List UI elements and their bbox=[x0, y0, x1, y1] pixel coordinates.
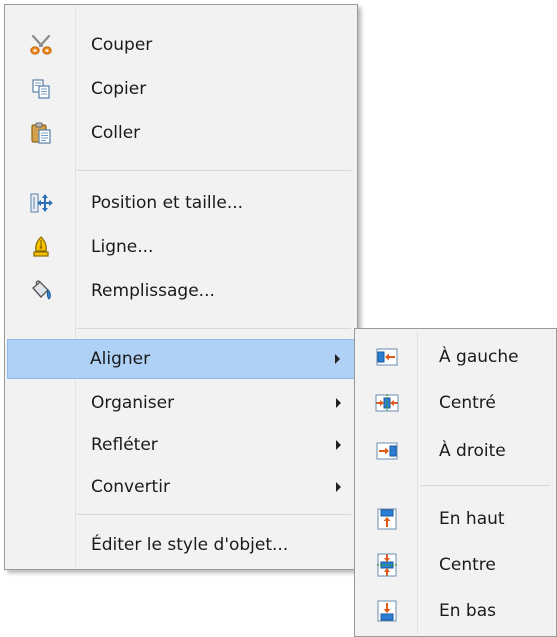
menu-item-label: Ligne... bbox=[91, 237, 154, 257]
menu-item-paste[interactable]: Coller bbox=[7, 113, 355, 153]
submenu-item-label: En haut bbox=[439, 509, 505, 529]
paste-icon bbox=[29, 121, 53, 145]
menu-item-label: Aligner bbox=[90, 349, 151, 369]
submenu-item-align-top[interactable]: En haut bbox=[357, 499, 554, 539]
menu-item-label: Organiser bbox=[91, 393, 175, 413]
submenu-arrow-icon bbox=[336, 482, 341, 492]
align-bottom-icon bbox=[375, 599, 399, 623]
line-pen-icon bbox=[29, 235, 53, 259]
menu-item-line[interactable]: Ligne... bbox=[7, 227, 355, 267]
menu-item-fill[interactable]: Remplissage... bbox=[7, 271, 355, 311]
submenu-item-label: Centré bbox=[439, 393, 496, 413]
menu-item-arrange[interactable]: Organiser bbox=[7, 383, 355, 423]
scissors-icon bbox=[29, 33, 53, 57]
align-center-vertical-icon bbox=[375, 553, 399, 577]
fill-bucket-icon bbox=[29, 279, 53, 303]
menu-item-label: Convertir bbox=[91, 477, 170, 497]
menu-item-label: Remplissage... bbox=[91, 281, 215, 301]
context-menu: Couper Copier Coller Position et taille.… bbox=[4, 4, 358, 570]
submenu-arrow-icon bbox=[336, 398, 341, 408]
align-submenu: À gauche Centré À droite En haut Centre … bbox=[354, 328, 557, 637]
align-left-icon bbox=[375, 345, 399, 369]
align-right-icon bbox=[375, 439, 399, 463]
menu-item-edit-object-style[interactable]: Éditer le style d'objet... bbox=[7, 525, 355, 565]
menu-item-convert[interactable]: Convertir bbox=[7, 467, 355, 507]
copy-icon bbox=[29, 77, 53, 101]
menu-item-cut[interactable]: Couper bbox=[7, 25, 355, 65]
menu-item-position-size[interactable]: Position et taille... bbox=[7, 183, 355, 223]
menu-item-label: Copier bbox=[91, 79, 147, 99]
submenu-arrow-icon bbox=[335, 354, 340, 364]
menu-item-label: Coller bbox=[91, 123, 141, 143]
menu-separator bbox=[77, 170, 351, 171]
submenu-item-label: En bas bbox=[439, 601, 496, 621]
submenu-item-align-center-vertical[interactable]: Centre bbox=[357, 545, 554, 585]
menu-item-label: Couper bbox=[91, 35, 153, 55]
submenu-item-align-right[interactable]: À droite bbox=[357, 431, 554, 471]
menu-item-align[interactable]: Aligner bbox=[7, 339, 355, 379]
menu-item-label: Position et taille... bbox=[91, 193, 244, 213]
submenu-item-align-left[interactable]: À gauche bbox=[357, 337, 554, 377]
submenu-item-label: À droite bbox=[439, 441, 506, 461]
menu-separator bbox=[77, 514, 351, 515]
menu-separator bbox=[421, 485, 550, 486]
menu-item-label: Refléter bbox=[91, 435, 158, 455]
menu-separator bbox=[77, 328, 351, 329]
position-size-icon bbox=[29, 191, 53, 215]
submenu-item-label: Centre bbox=[439, 555, 496, 575]
align-center-horizontal-icon bbox=[375, 391, 399, 415]
menu-item-copy[interactable]: Copier bbox=[7, 69, 355, 109]
submenu-item-align-bottom[interactable]: En bas bbox=[357, 591, 554, 631]
menu-item-label: Éditer le style d'objet... bbox=[91, 535, 289, 555]
submenu-item-label: À gauche bbox=[439, 347, 519, 367]
menu-item-flip[interactable]: Refléter bbox=[7, 425, 355, 465]
submenu-item-align-center-horizontal[interactable]: Centré bbox=[357, 383, 554, 423]
align-top-icon bbox=[375, 507, 399, 531]
submenu-arrow-icon bbox=[336, 440, 341, 450]
